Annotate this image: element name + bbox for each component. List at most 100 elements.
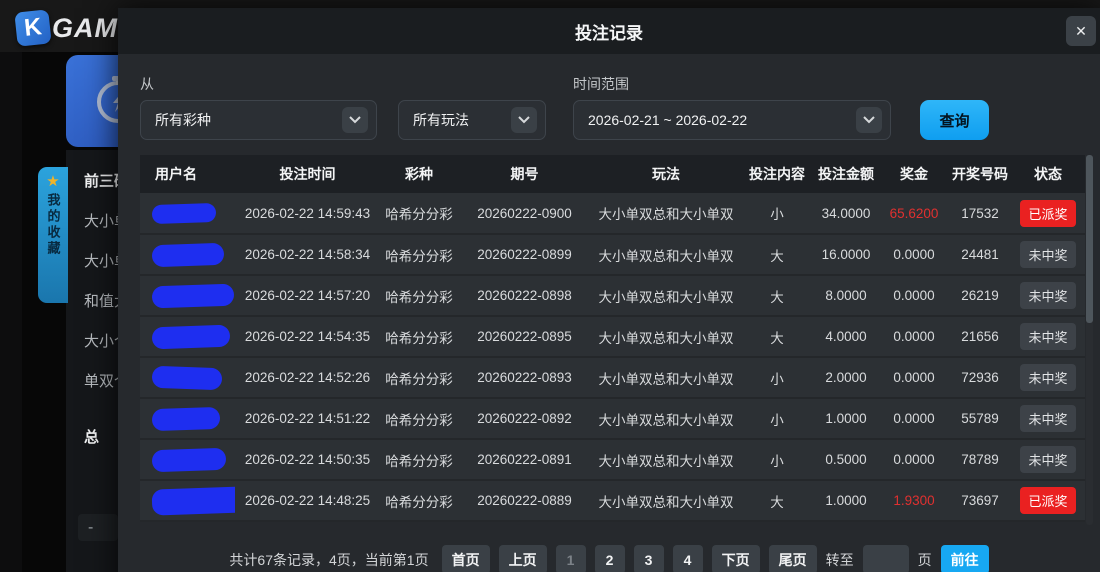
username-cell bbox=[140, 480, 235, 521]
sidebar-item[interactable]: 前三码 bbox=[84, 162, 118, 202]
first-page-button[interactable]: 首页 bbox=[442, 545, 490, 572]
redacted-username bbox=[152, 324, 231, 349]
from-label: 从 bbox=[140, 74, 154, 94]
column-header: 奖金 bbox=[879, 155, 949, 193]
column-header: 投注金额 bbox=[813, 155, 879, 193]
draw-number-cell: 24481 bbox=[949, 234, 1011, 275]
prize-cell: 1.9300 bbox=[879, 480, 949, 521]
bet-time-cell: 2026-02-22 14:50:35 bbox=[235, 439, 380, 480]
draw-number-cell: 72936 bbox=[949, 357, 1011, 398]
prize-cell: 0.0000 bbox=[879, 357, 949, 398]
sidebar-item[interactable]: 大小个 bbox=[84, 322, 118, 362]
page-button-3[interactable]: 3 bbox=[634, 545, 664, 572]
bet-time-cell: 2026-02-22 14:57:20 bbox=[235, 275, 380, 316]
sidebar-item[interactable]: 大小单 bbox=[84, 202, 118, 242]
period-cell: 20260222-0898 bbox=[458, 275, 591, 316]
next-page-button[interactable]: 下页 bbox=[712, 545, 760, 572]
bet-content-cell: 小 bbox=[741, 398, 813, 439]
favorites-tab[interactable]: ★ 我的收藏 bbox=[38, 167, 68, 303]
sidebar-item[interactable]: 和值大 bbox=[84, 282, 118, 322]
draw-number-cell: 78789 bbox=[949, 439, 1011, 480]
query-button[interactable]: 查询 bbox=[920, 100, 989, 140]
close-icon: ✕ bbox=[1075, 23, 1087, 40]
bet-content-cell: 大 bbox=[741, 316, 813, 357]
column-header: 投注内容 bbox=[741, 155, 813, 193]
status-cell: 未中奖 bbox=[1011, 316, 1085, 357]
play-type-select[interactable]: 所有玩法 bbox=[398, 100, 546, 140]
redacted-username bbox=[152, 283, 235, 308]
username-cell bbox=[140, 398, 235, 439]
modal-title: 投注记录 bbox=[575, 19, 643, 44]
table-row: 2026-02-22 14:51:22 哈希分分彩 20260222-0892 … bbox=[140, 398, 1085, 439]
goto-page-input[interactable] bbox=[863, 545, 909, 572]
sidebar-item-total[interactable]: 总 bbox=[84, 418, 118, 458]
page-button-2[interactable]: 2 bbox=[595, 545, 625, 572]
brand-logo[interactable]: K GAM bbox=[16, 8, 118, 48]
prize-cell: 0.0000 bbox=[879, 439, 949, 480]
column-header: 开奖号码 bbox=[949, 155, 1011, 193]
play-cell: 大小单双总和大小单双 bbox=[591, 439, 741, 480]
page-button-1[interactable]: 1 bbox=[556, 545, 586, 572]
bet-amount-cell: 2.0000 bbox=[813, 357, 879, 398]
period-cell: 20260222-0895 bbox=[458, 316, 591, 357]
play-cell: 大小单双总和大小单双 bbox=[591, 193, 741, 234]
table-row: 2026-02-22 14:57:20 哈希分分彩 20260222-0898 … bbox=[140, 275, 1085, 316]
bet-content-cell: 小 bbox=[741, 357, 813, 398]
lottery-type-select[interactable]: 所有彩种 bbox=[140, 100, 377, 140]
status-cell: 未中奖 bbox=[1011, 398, 1085, 439]
prize-cell: 0.0000 bbox=[879, 234, 949, 275]
status-badge: 未中奖 bbox=[1020, 364, 1075, 391]
table-row: 2026-02-22 14:58:34 哈希分分彩 20260222-0899 … bbox=[140, 234, 1085, 275]
period-cell: 20260222-0900 bbox=[458, 193, 591, 234]
date-range-select[interactable]: 2026-02-21 ~ 2026-02-22 bbox=[573, 100, 891, 140]
draw-number-cell: 21656 bbox=[949, 316, 1011, 357]
play-cell: 大小单双总和大小单双 bbox=[591, 275, 741, 316]
table-scrollbar-thumb[interactable] bbox=[1086, 155, 1093, 323]
lottery-cell: 哈希分分彩 bbox=[380, 480, 458, 521]
pagination-bar: 共计67条记录，4页，当前第1页 首页 上页 1234 下页 尾页 转至 页 前… bbox=[118, 545, 1100, 572]
chevron-down-icon bbox=[511, 107, 537, 133]
sidebar-item[interactable]: 大小单 bbox=[84, 242, 118, 282]
column-header: 用户名 bbox=[140, 155, 235, 193]
status-badge: 未中奖 bbox=[1020, 282, 1075, 309]
favorites-tab-label: 我的收藏 bbox=[44, 193, 63, 257]
date-range-value: 2026-02-21 ~ 2026-02-22 bbox=[588, 112, 747, 128]
lottery-cell: 哈希分分彩 bbox=[380, 316, 458, 357]
username-cell bbox=[140, 193, 235, 234]
table-head-row: 用户名投注时间彩种期号玩法投注内容投注金额奖金开奖号码状态 bbox=[140, 155, 1085, 193]
last-page-button[interactable]: 尾页 bbox=[769, 545, 817, 572]
bet-content-cell: 小 bbox=[741, 439, 813, 480]
status-cell: 未中奖 bbox=[1011, 357, 1085, 398]
page-number-buttons: 1234 bbox=[556, 545, 703, 572]
username-cell bbox=[140, 439, 235, 480]
prize-cell: 0.0000 bbox=[879, 398, 949, 439]
period-cell: 20260222-0899 bbox=[458, 234, 591, 275]
username-cell bbox=[140, 275, 235, 316]
prev-page-button[interactable]: 上页 bbox=[499, 545, 547, 572]
bet-time-cell: 2026-02-22 14:52:26 bbox=[235, 357, 380, 398]
close-button[interactable]: ✕ bbox=[1066, 16, 1096, 46]
redacted-username bbox=[152, 242, 225, 266]
go-button[interactable]: 前往 bbox=[941, 545, 989, 572]
bet-time-cell: 2026-02-22 14:48:25 bbox=[235, 480, 380, 521]
bet-content-cell: 大 bbox=[741, 234, 813, 275]
lottery-cell: 哈希分分彩 bbox=[380, 193, 458, 234]
play-cell: 大小单双总和大小单双 bbox=[591, 480, 741, 521]
play-type-value: 所有玩法 bbox=[413, 110, 469, 130]
bet-content-cell: 大 bbox=[741, 480, 813, 521]
period-cell: 20260222-0889 bbox=[458, 480, 591, 521]
bet-amount-cell: 0.5000 bbox=[813, 439, 879, 480]
sidebar-item[interactable]: 单双个 bbox=[84, 362, 118, 402]
table-row: 2026-02-22 14:54:35 哈希分分彩 20260222-0895 … bbox=[140, 316, 1085, 357]
status-cell: 未中奖 bbox=[1011, 439, 1085, 480]
table-row: 2026-02-22 14:59:43 哈希分分彩 20260222-0900 … bbox=[140, 193, 1085, 234]
status-cell: 已派奖 bbox=[1011, 193, 1085, 234]
status-badge: 未中奖 bbox=[1020, 405, 1075, 432]
bet-time-cell: 2026-02-22 14:59:43 bbox=[235, 193, 380, 234]
page-button-4[interactable]: 4 bbox=[673, 545, 703, 572]
table-row: 2026-02-22 14:52:26 哈希分分彩 20260222-0893 … bbox=[140, 357, 1085, 398]
bet-amount-cell: 4.0000 bbox=[813, 316, 879, 357]
time-range-label: 时间范围 bbox=[573, 74, 629, 94]
period-cell: 20260222-0892 bbox=[458, 398, 591, 439]
bet-amount-stepper[interactable]: - bbox=[78, 514, 118, 541]
